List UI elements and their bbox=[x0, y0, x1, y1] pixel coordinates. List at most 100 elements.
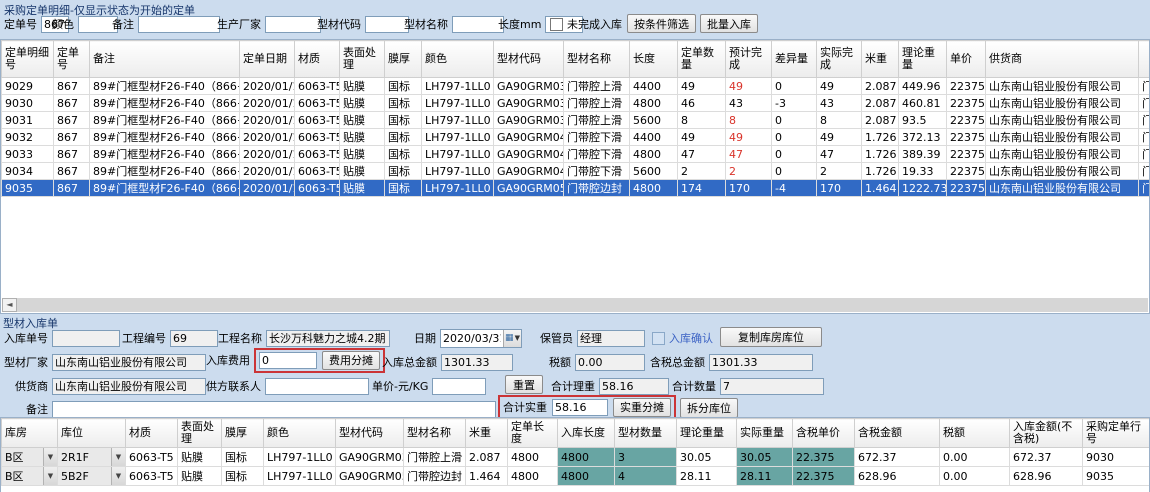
column-header[interactable]: 采购定单行号 bbox=[1083, 419, 1150, 448]
table-row[interactable]: 903386789#门框型材F26-F40（866+867）2020/01/13… bbox=[2, 146, 1150, 163]
column-header[interactable]: 型材代码 bbox=[494, 41, 564, 78]
column-header[interactable]: 单价 bbox=[947, 41, 986, 78]
cell: 6063-T5 bbox=[295, 112, 340, 129]
cell: 门带腔上滑 bbox=[564, 78, 630, 95]
receipt-no-input[interactable] bbox=[52, 330, 120, 347]
cell: 9032 bbox=[2, 129, 54, 146]
column-header[interactable]: 供货商 bbox=[986, 41, 1139, 78]
column-header[interactable]: 理论重量 bbox=[677, 419, 737, 448]
column-header[interactable]: 表面处理 bbox=[178, 419, 222, 448]
table-row[interactable]: B区▼5B2F▼6063-T5贴膜国标LH797-1LL0GA90GRM05门带… bbox=[2, 467, 1150, 486]
column-header[interactable]: 含税金额 bbox=[855, 419, 940, 448]
cell: -3 bbox=[772, 95, 817, 112]
column-header[interactable]: 入库长度 bbox=[558, 419, 615, 448]
horizontal-scrollbar[interactable]: ◄ bbox=[2, 298, 1148, 312]
column-header[interactable]: 备注 bbox=[90, 41, 240, 78]
total-qty-label: 合计数量 bbox=[672, 378, 716, 394]
inbound-fee-input[interactable] bbox=[259, 352, 317, 369]
filter-remark-input[interactable] bbox=[138, 16, 220, 33]
column-header[interactable]: 税额 bbox=[940, 419, 1010, 448]
total-actual-weight-input[interactable] bbox=[552, 399, 608, 416]
column-header[interactable]: 型材数量 bbox=[615, 419, 677, 448]
table-row[interactable]: B区▼2R1F▼6063-T5贴膜国标LH797-1LL0GA90GRM03门带… bbox=[2, 448, 1150, 467]
chevron-down-icon[interactable]: ▼ bbox=[43, 467, 57, 485]
filter-by-condition-button[interactable]: 按条件筛选 bbox=[627, 14, 696, 33]
filter-manufacturer-input[interactable] bbox=[265, 16, 321, 33]
cell: GA90GRM04 bbox=[494, 129, 564, 146]
cell[interactable]: B区▼ bbox=[2, 448, 58, 467]
cell: 0 bbox=[772, 78, 817, 95]
table-row[interactable]: 903186789#门框型材F26-F40（866+867）2020/01/13… bbox=[2, 112, 1150, 129]
project-name-input[interactable] bbox=[266, 330, 390, 347]
column-header[interactable]: 入库金额(不含税) bbox=[1010, 419, 1083, 448]
cell: 门带腔上滑 bbox=[404, 448, 466, 467]
table-row[interactable]: 903586789#门框型材F26-F40（866+867）2020/01/13… bbox=[2, 180, 1150, 197]
column-header[interactable]: 库房 bbox=[2, 419, 58, 448]
table-row[interactable]: 903086789#门框型材F26-F40（866+867）2020/01/13… bbox=[2, 95, 1150, 112]
column-header[interactable]: 预计完成 bbox=[726, 41, 772, 78]
total-qty-input[interactable] bbox=[720, 378, 824, 395]
cell: 贴膜 bbox=[178, 448, 222, 467]
actual-weight-allocate-button[interactable]: 实重分摊 bbox=[613, 398, 671, 417]
table-row[interactable]: 903486789#门框型材F26-F40（866+867）2020/01/13… bbox=[2, 163, 1150, 180]
total-amount-input[interactable] bbox=[441, 354, 513, 371]
supplier-contact-input[interactable] bbox=[265, 378, 369, 395]
batch-inbound-button[interactable]: 批量入库 bbox=[700, 14, 758, 33]
keeper-input[interactable] bbox=[577, 330, 645, 347]
column-header[interactable]: 材质 bbox=[295, 41, 340, 78]
column-header[interactable]: 颜色 bbox=[264, 419, 336, 448]
column-header[interactable]: 型材代码 bbox=[336, 419, 404, 448]
copy-warehouse-location-button[interactable]: 复制库房库位 bbox=[720, 327, 822, 347]
chevron-down-icon[interactable]: ▼ bbox=[43, 448, 57, 466]
split-location-button[interactable]: 拆分库位 bbox=[680, 398, 738, 418]
chevron-down-icon[interactable]: ▼ bbox=[111, 467, 125, 485]
column-header[interactable]: 长度 bbox=[630, 41, 678, 78]
column-header[interactable]: 型材名称 bbox=[404, 419, 466, 448]
chevron-down-icon[interactable]: ▼ bbox=[111, 448, 125, 466]
column-header[interactable]: 膜厚 bbox=[222, 419, 264, 448]
table-row[interactable]: 903286789#门框型材F26-F40（866+867）2020/01/13… bbox=[2, 129, 1150, 146]
column-header[interactable]: 定单明细号 bbox=[2, 41, 54, 78]
column-header[interactable]: 米重 bbox=[466, 419, 508, 448]
cell: 22.375 bbox=[793, 467, 855, 486]
column-header[interactable]: 定单号 bbox=[54, 41, 90, 78]
column-header[interactable]: 含税单价 bbox=[793, 419, 855, 448]
project-no-label: 工程编号 bbox=[122, 330, 166, 346]
scroll-left-icon[interactable]: ◄ bbox=[2, 298, 17, 312]
cell[interactable]: B区▼ bbox=[2, 467, 58, 486]
column-header[interactable]: 库位 bbox=[58, 419, 126, 448]
cell[interactable]: 2R1F▼ bbox=[58, 448, 126, 467]
column-header[interactable]: 差异量 bbox=[772, 41, 817, 78]
total-with-tax-input[interactable] bbox=[709, 354, 813, 371]
column-header[interactable]: 膜厚 bbox=[385, 41, 422, 78]
column-header[interactable]: 材质 bbox=[126, 419, 178, 448]
column-header[interactable]: 定单日期 bbox=[240, 41, 295, 78]
table-row[interactable]: 902986789#门框型材F26-F40（866+867）2020/01/13… bbox=[2, 78, 1150, 95]
column-header[interactable]: 实际完成 bbox=[817, 41, 862, 78]
total-theory-weight-input[interactable] bbox=[599, 378, 669, 395]
combo-value: B区 bbox=[2, 468, 43, 484]
column-header[interactable]: 米重 bbox=[862, 41, 899, 78]
column-header[interactable]: 实际重量 bbox=[737, 419, 793, 448]
unfinished-checkbox[interactable] bbox=[550, 18, 563, 31]
inbound-confirm-checkbox[interactable] bbox=[652, 332, 665, 345]
column-header[interactable]: 颜色 bbox=[422, 41, 494, 78]
remark-input[interactable] bbox=[52, 401, 496, 418]
column-header[interactable]: 理论重量 bbox=[899, 41, 947, 78]
date-input[interactable] bbox=[441, 331, 503, 346]
column-header[interactable]: 定单长度 bbox=[508, 419, 558, 448]
unit-price-input[interactable] bbox=[432, 378, 486, 395]
column-header[interactable]: 表面处理 bbox=[340, 41, 385, 78]
tax-input[interactable] bbox=[575, 354, 645, 371]
column-header[interactable]: 定单数量 bbox=[678, 41, 726, 78]
project-no-input[interactable] bbox=[170, 330, 218, 347]
filter-profile-name-input[interactable] bbox=[452, 16, 504, 33]
column-header[interactable]: 型材名称 bbox=[564, 41, 630, 78]
filter-profile-code-input[interactable] bbox=[365, 16, 409, 33]
factory-input[interactable] bbox=[52, 354, 206, 371]
supplier-input[interactable] bbox=[52, 378, 206, 395]
date-picker[interactable]: ▦▼ bbox=[440, 329, 522, 348]
calendar-dropdown-button[interactable]: ▦▼ bbox=[503, 330, 521, 347]
fee-allocate-button[interactable]: 费用分摊 bbox=[322, 351, 380, 370]
cell[interactable]: 5B2F▼ bbox=[58, 467, 126, 486]
